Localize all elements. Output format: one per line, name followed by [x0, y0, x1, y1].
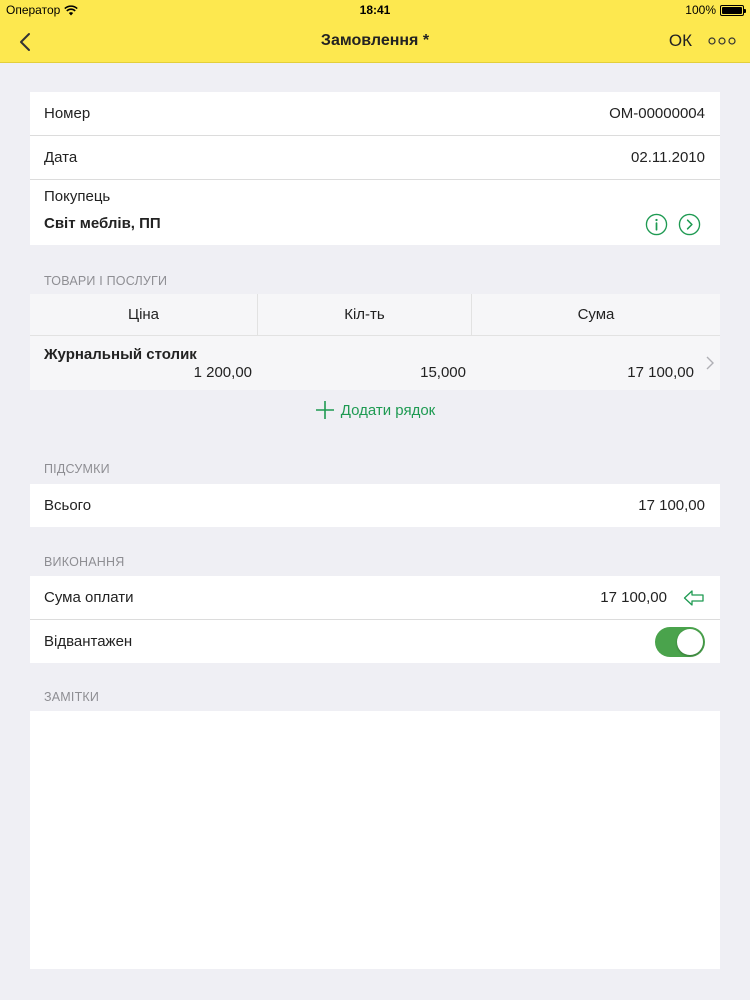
toggle-knob: [677, 628, 703, 655]
customer-value: Світ меблів, ПП: [44, 215, 161, 232]
item-name: Журнальный столик: [44, 346, 197, 363]
page-title: Замовлення *: [320, 32, 430, 49]
total-row: Всього 17 100,00: [30, 484, 720, 527]
item-qty: 15,000: [420, 364, 466, 381]
battery-group: 100%: [685, 3, 746, 17]
payment-value: 17 100,00: [600, 589, 667, 606]
column-header-qty: Кіл-ть: [258, 294, 472, 335]
shipped-toggle[interactable]: [655, 626, 705, 657]
item-price: 1 200,00: [193, 364, 252, 381]
date-row[interactable]: Дата 02.11.2010: [30, 136, 720, 179]
info-icon[interactable]: [645, 213, 668, 236]
payment-row[interactable]: Сума оплати 17 100,00: [30, 576, 720, 619]
clock: 18:41: [359, 3, 391, 17]
ok-button[interactable]: ОК: [669, 31, 692, 51]
more-options-icon[interactable]: [708, 34, 736, 48]
notes-textarea[interactable]: [30, 711, 720, 969]
goods-section-title: ТОВАРИ І ПОСЛУГИ: [44, 274, 168, 288]
plus-icon: [315, 401, 334, 419]
item-sum: 17 100,00: [627, 364, 694, 381]
execution-card: Сума оплати 17 100,00 Відвантажен: [30, 576, 720, 663]
execution-section-title: ВИКОНАННЯ: [44, 555, 125, 569]
customer-field[interactable]: Покупець Світ меблів, ПП: [30, 180, 720, 245]
column-header-sum: Сума: [577, 306, 615, 323]
status-bar: Оператор 18:41 100%: [0, 0, 750, 20]
add-row-button[interactable]: Додати рядок: [0, 400, 750, 420]
top-bar: Оператор 18:41 100% Замовлення * ОК: [0, 0, 750, 63]
battery-percent: 100%: [685, 3, 716, 17]
table-header: Ціна Кіл-ть Сума: [30, 294, 720, 336]
shipped-row: Відвантажен: [30, 620, 720, 663]
add-row-label: Додати рядок: [340, 401, 436, 419]
number-label: Номер: [44, 105, 91, 122]
chevron-right-icon: [706, 356, 714, 370]
notes-section-title: ЗАМІТКИ: [44, 690, 100, 704]
payment-label: Сума оплати: [44, 589, 134, 606]
goods-table: Ціна Кіл-ть Сума Журнальный столик 1 200…: [30, 294, 720, 390]
header-fields-card: Номер ОМ-00000004 Дата 02.11.2010 Покупе…: [30, 92, 720, 245]
date-label: Дата: [44, 149, 78, 166]
table-row[interactable]: Журнальный столик 1 200,00 15,000 17 100…: [30, 336, 720, 390]
customer-label: Покупець: [44, 188, 111, 205]
fill-amount-arrow-icon[interactable]: [683, 589, 705, 607]
totals-section-title: ПІДСУМКИ: [44, 462, 110, 476]
payment-value-group: 17 100,00: [600, 589, 705, 607]
total-label: Всього: [44, 497, 92, 514]
date-value: 02.11.2010: [631, 149, 705, 166]
total-value: 17 100,00: [638, 497, 705, 514]
number-value: ОМ-00000004: [609, 105, 705, 122]
totals-card: Всього 17 100,00: [30, 484, 720, 527]
shipped-label: Відвантажен: [44, 633, 133, 650]
column-header-price: Ціна: [30, 294, 258, 335]
number-row[interactable]: Номер ОМ-00000004: [30, 92, 720, 135]
battery-icon: [720, 4, 746, 16]
open-arrow-icon[interactable]: [678, 213, 701, 236]
nav-bar: Замовлення * ОК: [0, 20, 750, 63]
